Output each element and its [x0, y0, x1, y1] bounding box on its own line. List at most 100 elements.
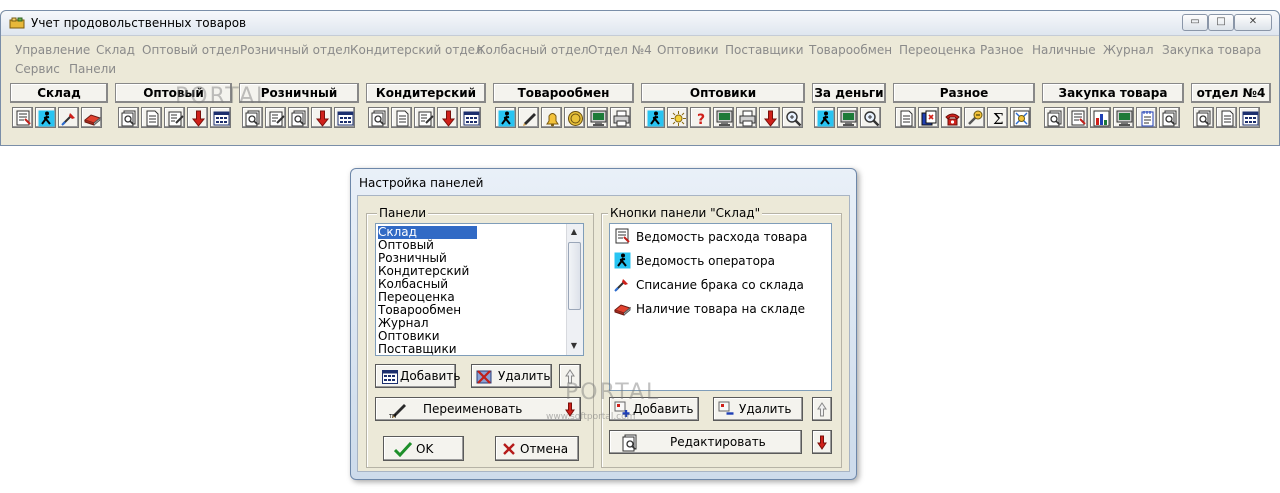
menu-kolbasnyi-otdel[interactable]: Колбасный отдел [477, 43, 589, 57]
stock-icon [613, 304, 632, 316]
toolbar-button[interactable] [918, 107, 939, 128]
toolbar-button[interactable] [759, 107, 780, 128]
delete-button-button[interactable]: Удалить [713, 397, 803, 421]
toolbar-button[interactable] [81, 107, 102, 128]
menu-optovyi-otdel[interactable]: Оптовый отдел [142, 43, 239, 57]
toolbar-button[interactable] [210, 107, 231, 128]
menu-nalichnye[interactable]: Наличные [1032, 43, 1096, 57]
toolbar-button[interactable] [713, 107, 734, 128]
menu-raznoe[interactable]: Разное [980, 43, 1024, 57]
delete-panel-button[interactable]: Удалить [471, 364, 552, 388]
panel-header-optoviki[interactable]: Оптовики [641, 83, 805, 103]
toolbar-button[interactable] [860, 107, 881, 128]
toolbar-button[interactable] [610, 107, 631, 128]
toolbar-button[interactable] [837, 107, 858, 128]
menu-sklad[interactable]: Склад [96, 43, 135, 57]
toolbar-button[interactable] [1239, 107, 1260, 128]
toolbar-button[interactable] [437, 107, 458, 128]
toolbar-button[interactable] [288, 107, 309, 128]
add-panel-button[interactable]: Добавить [375, 364, 460, 388]
toolbar-button[interactable] [1010, 107, 1031, 128]
move-button-up-button[interactable] [812, 397, 832, 421]
panel-header-zakupka-tovara[interactable]: Закупка товара [1042, 83, 1184, 103]
panel-list-item[interactable]: Поставщики [378, 343, 457, 356]
toolbar-button[interactable] [736, 107, 757, 128]
panel-header-sklad[interactable]: Склад [10, 83, 108, 103]
toolbar-button[interactable] [941, 107, 962, 128]
panel-header-raznoe[interactable]: Разное [893, 83, 1035, 103]
toolbar-button[interactable] [814, 107, 835, 128]
toolbar-button[interactable] [141, 107, 162, 128]
toolbar-button[interactable] [58, 107, 79, 128]
toolbar-button[interactable] [391, 107, 412, 128]
panel-header-konditerskii[interactable]: Кондитерский [366, 83, 486, 103]
menu-postavshchiki[interactable]: Поставщики [725, 43, 804, 57]
toolbar-button[interactable] [164, 107, 185, 128]
menu-servis[interactable]: Сервис [15, 62, 60, 76]
toolbar-button[interactable]: Σ [987, 107, 1008, 128]
move-button-down-button[interactable] [812, 430, 832, 454]
toolbar-button[interactable] [541, 107, 562, 128]
menu-zakupka-tovara[interactable]: Закупка товара [1162, 43, 1261, 57]
toolbar-button[interactable] [35, 107, 56, 128]
toolbar-button[interactable] [964, 107, 985, 128]
panel-header-tovaroobmen[interactable]: Товарообмен [493, 83, 634, 103]
toolbar-button[interactable] [1113, 107, 1134, 128]
menu-pereocenka[interactable]: Переоценка [899, 43, 976, 57]
scroll-up-icon[interactable]: ▲ [567, 225, 581, 239]
menu-optoviki[interactable]: Оптовики [657, 43, 719, 57]
toolbar-button[interactable] [311, 107, 332, 128]
menu-upravlenie[interactable]: Управление [15, 43, 90, 57]
toolbar-button[interactable] [12, 107, 33, 128]
menu-konditerskii-otdel[interactable]: Кондитерский отдел [350, 43, 483, 57]
toolbar-button[interactable] [334, 107, 355, 128]
toolbar-button[interactable] [265, 107, 286, 128]
toolbar-button[interactable] [587, 107, 608, 128]
toolbar-button[interactable] [460, 107, 481, 128]
toolbar-button[interactable] [118, 107, 139, 128]
menu-paneli[interactable]: Панели [69, 62, 116, 76]
menu-zhurnal[interactable]: Журнал [1103, 43, 1154, 57]
watermark-url: www.softportal.com [546, 412, 636, 422]
panel-buttons-listbox[interactable]: Ведомость расхода товара Ведомость операт… [609, 223, 832, 391]
toolbar-button[interactable] [644, 107, 665, 128]
toolbar-button[interactable] [1159, 107, 1180, 128]
menu-tovaroobmen[interactable]: Товарообмен [809, 43, 892, 57]
toolbar-button[interactable] [895, 107, 916, 128]
toolbar-button[interactable] [667, 107, 688, 128]
doc-search-icon [1162, 110, 1177, 127]
ok-button[interactable]: OK [383, 436, 464, 461]
toolbar-button[interactable] [1044, 107, 1065, 128]
question-icon: ? [697, 112, 705, 127]
toolbar-button[interactable] [1216, 107, 1237, 128]
toolbar-button[interactable] [1067, 107, 1088, 128]
toolbar-button[interactable]: ? [690, 107, 711, 128]
toolbar-button[interactable] [1136, 107, 1157, 128]
toolbar-button[interactable] [1090, 107, 1111, 128]
scroll-thumb[interactable] [568, 242, 581, 310]
toolbar-button[interactable] [368, 107, 389, 128]
menu-roznichnyi-otdel[interactable]: Розничный отдел [240, 43, 350, 57]
menu-otdel-4[interactable]: Отдел №4 [588, 43, 652, 57]
cancel-button[interactable]: Отмена [495, 436, 579, 461]
toolbar-button[interactable] [414, 107, 435, 128]
toolbar-button[interactable] [187, 107, 208, 128]
toolbar-button[interactable] [564, 107, 585, 128]
scroll-down-icon[interactable]: ▼ [567, 339, 581, 353]
panel-header-za-dengi[interactable]: За деньги [812, 83, 886, 103]
toolbar-button[interactable] [495, 107, 516, 128]
window-title: Учет продовольственных товаров [31, 16, 247, 30]
notepad-icon [1141, 111, 1154, 127]
toolbar-button[interactable] [518, 107, 539, 128]
close-button[interactable]: ✕ [1234, 14, 1272, 31]
maximize-button[interactable]: □ [1208, 14, 1234, 31]
toolbar-button[interactable] [782, 107, 803, 128]
edit-button[interactable]: Редактировать [609, 430, 802, 454]
panels-scrollbar[interactable]: ▲ ▼ [566, 224, 583, 355]
toolbar-button[interactable] [1193, 107, 1214, 128]
minimize-button[interactable]: ▭ [1182, 14, 1208, 31]
calculator-icon [382, 370, 398, 384]
toolbar-button[interactable] [242, 107, 263, 128]
panels-listbox[interactable]: Склад Оптовый Розничный Кондитерский Колбасн… [375, 223, 584, 356]
panel-header-otdel-4[interactable]: отдел №4 [1191, 83, 1271, 103]
